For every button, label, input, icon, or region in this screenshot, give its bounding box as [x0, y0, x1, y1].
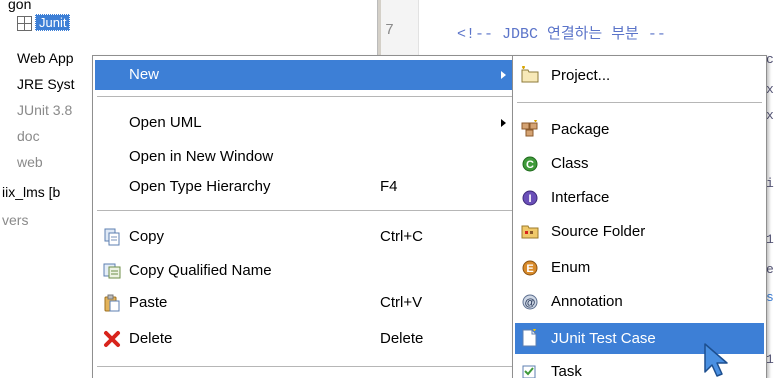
new-submenu: Project... Package C Class I Interface S… — [512, 55, 767, 378]
code-fragment: 1 — [766, 352, 774, 367]
menu-item-label: Open in New Window — [129, 148, 274, 165]
menu-item-shortcut: F4 — [380, 178, 398, 195]
interface-icon: I — [522, 190, 538, 206]
line-number: 7 — [385, 22, 395, 39]
menu-item-shortcut: Delete — [380, 330, 424, 347]
menu-separator — [517, 102, 762, 104]
class-icon: C — [522, 156, 538, 172]
delete-icon — [104, 331, 120, 347]
code-fragment: c — [766, 52, 774, 67]
submenu-item-label: JUnit Test Case — [551, 330, 656, 347]
svg-text:I: I — [528, 193, 531, 205]
menu-item-delete[interactable]: Delete Delete — [95, 324, 514, 354]
code-fragment: x — [766, 82, 774, 97]
code-fragment: 1 — [766, 232, 774, 247]
menu-item-label: Open Type Hierarchy — [129, 178, 271, 195]
source-folder-icon — [521, 225, 539, 239]
menu-item-label: Copy Qualified Name — [129, 262, 272, 279]
submenu-item-annotation[interactable]: @ Annotation — [515, 286, 764, 317]
tree-item-doc[interactable]: doc — [17, 126, 40, 146]
menu-separator — [97, 96, 512, 98]
tree-item-jre-system-library[interactable]: JRE Syst — [17, 74, 75, 94]
menu-item-label: New — [129, 66, 160, 83]
tree-item-label: Web App — [17, 50, 74, 66]
submenu-item-label: Task — [551, 363, 582, 378]
tree-item-label: gon — [8, 0, 32, 12]
submenu-item-source-folder[interactable]: Source Folder — [515, 216, 764, 247]
tree-item-label: JRE Syst — [17, 76, 75, 92]
menu-item-label: Delete — [129, 330, 173, 347]
submenu-item-package[interactable]: Package — [515, 114, 764, 145]
submenu-arrow-icon — [501, 119, 506, 127]
tree-item-vers[interactable]: vers — [2, 210, 28, 230]
menu-item-new[interactable]: New — [95, 60, 514, 90]
svg-text:@: @ — [525, 297, 536, 309]
menu-item-open-uml[interactable]: Open UML — [95, 108, 514, 138]
tree-item-junit-package[interactable]: Junit — [17, 12, 71, 32]
enum-icon: E — [522, 260, 538, 276]
menu-item-paste[interactable]: Paste Ctrl+V — [95, 288, 514, 318]
code-line: <!-- JDBC 연결하는 부분 -- — [457, 26, 666, 43]
code-fragment: x — [766, 108, 774, 123]
copy-qualified-name-icon — [103, 263, 121, 279]
svg-text:E: E — [526, 263, 533, 275]
code-fragment: s — [766, 290, 774, 305]
project-icon — [521, 66, 539, 83]
menu-item-copy[interactable]: Copy Ctrl+C — [95, 222, 514, 252]
submenu-item-enum[interactable]: E Enum — [515, 252, 764, 283]
menu-item-label: Paste — [129, 294, 168, 311]
submenu-item-interface[interactable]: I Interface — [515, 182, 764, 213]
submenu-arrow-icon — [501, 71, 506, 79]
tree-item-lms-project[interactable]: iix_lms [b — [2, 182, 60, 202]
submenu-item-label: Project... — [551, 67, 611, 84]
tree-item-label: doc — [17, 128, 40, 144]
submenu-item-label: Annotation — [551, 293, 623, 310]
submenu-item-class[interactable]: C Class — [515, 148, 764, 179]
submenu-item-label: Class — [551, 155, 589, 172]
copy-icon — [104, 228, 120, 246]
code-fragment: e — [766, 262, 774, 277]
context-menu: New Open UML Open in New Window Open Typ… — [92, 55, 517, 378]
submenu-item-label: Interface — [551, 189, 610, 206]
submenu-item-label: Enum — [551, 259, 591, 276]
tree-item-label: JUnit 3.8 — [17, 102, 73, 118]
menu-item-open-type-hierarchy[interactable]: Open Type Hierarchy F4 — [95, 172, 514, 202]
tree-item-label: web — [17, 154, 43, 170]
submenu-item-label: Source Folder — [551, 223, 646, 240]
tree-item-label: vers — [2, 212, 29, 228]
svg-text:C: C — [526, 159, 534, 171]
menu-item-label: Open UML — [129, 114, 202, 131]
tree-item-label: iix_lms [b — [2, 184, 61, 200]
menu-item-label: Copy — [129, 228, 165, 245]
menu-item-shortcut: Ctrl+V — [380, 294, 423, 311]
submenu-item-label: Package — [551, 121, 610, 138]
mouse-cursor-icon — [704, 343, 728, 377]
paste-icon — [104, 294, 120, 312]
tree-item-label: Junit — [35, 14, 71, 31]
code-fragment: i — [766, 176, 774, 191]
junit-test-case-icon — [522, 329, 537, 347]
menu-item-shortcut: Ctrl+C — [380, 228, 423, 245]
menu-separator — [97, 366, 512, 368]
task-icon — [522, 365, 536, 378]
menu-separator — [97, 210, 512, 212]
submenu-item-project[interactable]: Project... — [515, 60, 764, 91]
package-icon — [521, 120, 538, 137]
tree-item-web-app[interactable]: Web App — [17, 48, 74, 68]
tree-item-junit-library[interactable]: JUnit 3.8 — [17, 100, 72, 120]
tree-item-web[interactable]: web — [17, 152, 43, 172]
annotation-icon: @ — [522, 294, 538, 310]
package-icon — [17, 15, 32, 31]
menu-item-copy-qualified-name[interactable]: Copy Qualified Name — [95, 256, 514, 286]
menu-item-open-in-new-window[interactable]: Open in New Window — [95, 142, 514, 172]
